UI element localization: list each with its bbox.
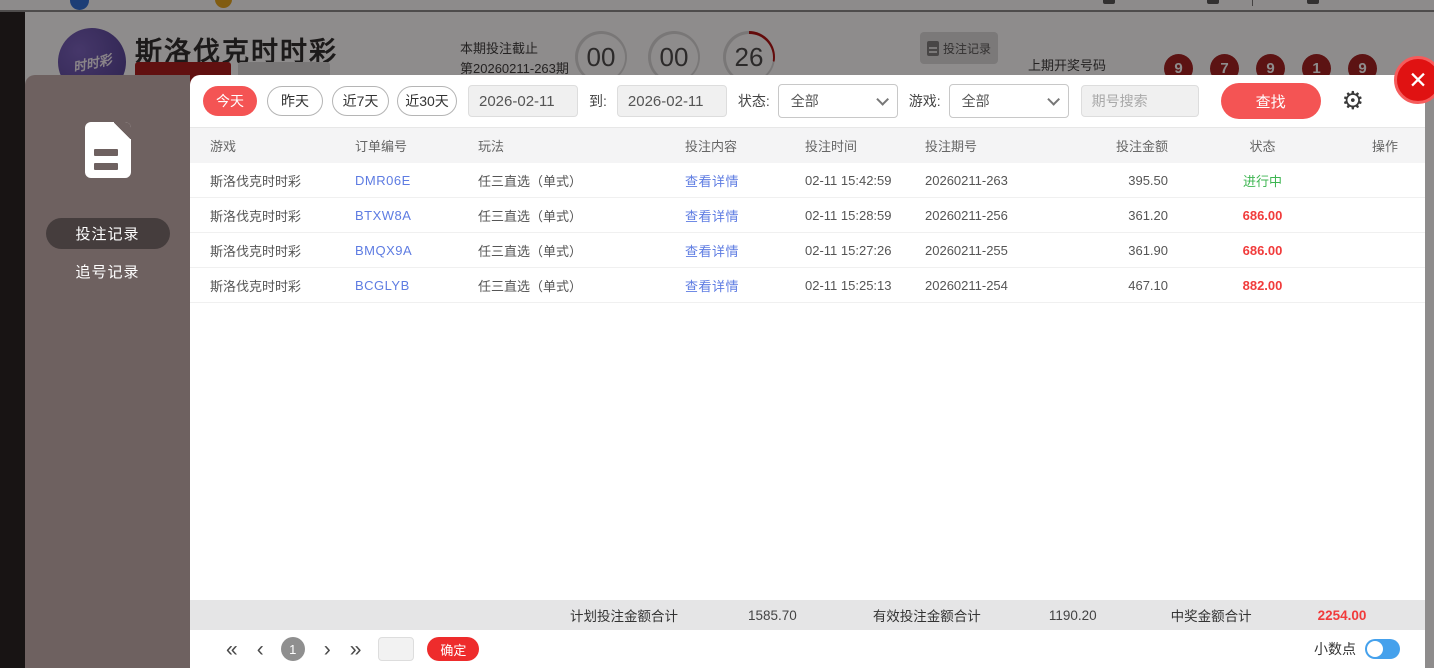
- view-details-link[interactable]: 查看详情: [665, 171, 785, 190]
- view-details-link[interactable]: 查看详情: [665, 206, 785, 225]
- search-button[interactable]: 查找: [1220, 83, 1321, 119]
- decimal-toggle[interactable]: [1365, 639, 1400, 659]
- to-label: 到:: [589, 93, 607, 109]
- table-row: 斯洛伐克时时彩 BCGLYB 任三直选（单式） 查看详情 02-11 15:25…: [190, 268, 1425, 303]
- date-to-input[interactable]: 2026-02-11: [616, 85, 727, 117]
- order-id-link[interactable]: DMR06E: [335, 173, 458, 188]
- range-7days-button[interactable]: 近7天: [332, 86, 389, 116]
- table-empty-area: [190, 303, 1425, 600]
- col-content: 投注内容: [685, 139, 738, 154]
- order-id-link[interactable]: BMQX9A: [335, 243, 458, 258]
- folded-corner: [113, 122, 131, 139]
- status-badge: 进行中: [1242, 173, 1282, 189]
- decimal-toggle-group: 小数点: [1314, 639, 1400, 659]
- prev-page-button[interactable]: ‹: [257, 639, 264, 660]
- plan-total-value: 1585.70: [748, 607, 797, 623]
- view-details-link[interactable]: 查看详情: [665, 241, 785, 260]
- order-id-link[interactable]: BTXW8A: [335, 208, 458, 223]
- totals-bar: 计划投注金额合计 1585.70 有效投注金额合计 1190.20 中奖金额合计…: [190, 600, 1425, 630]
- chevron-down-icon: [876, 92, 889, 106]
- col-game: 游戏: [210, 139, 237, 154]
- status-select[interactable]: 全部: [777, 84, 898, 118]
- filter-bar: 今天 昨天 近7天 近30天 2026-02-11 到: 2026-02-11 …: [190, 75, 1425, 128]
- col-period: 投注期号: [925, 139, 978, 154]
- pagination-bar: « ‹ 1 › » 确定 小数点: [190, 630, 1425, 668]
- status-badge: 686.00: [1242, 207, 1283, 223]
- sidebar-item-chase-records[interactable]: 追号记录: [46, 256, 170, 287]
- valid-total-value: 1190.20: [1048, 607, 1097, 623]
- col-amount: 投注金额: [1115, 139, 1168, 154]
- table-row: 斯洛伐克时时彩 DMR06E 任三直选（单式） 查看详情 02-11 15:42…: [190, 163, 1425, 198]
- status-label: 状态:: [737, 93, 770, 109]
- close-modal-button[interactable]: ✕: [1394, 56, 1434, 104]
- col-actions: 操作: [1371, 139, 1398, 154]
- col-time: 投注时间: [805, 139, 858, 154]
- range-30days-button[interactable]: 近30天: [397, 86, 457, 116]
- game-label: 游戏:: [908, 93, 941, 109]
- col-status: 状态: [1249, 139, 1276, 154]
- status-badge: 882.00: [1242, 277, 1283, 293]
- win-total-value: 2254.00: [1317, 607, 1367, 623]
- first-page-button[interactable]: «: [226, 639, 238, 660]
- chevron-down-icon: [1046, 92, 1060, 106]
- period-search-input[interactable]: [1080, 85, 1199, 117]
- page-jump-input[interactable]: [378, 637, 415, 661]
- records-sidebar: 投注记录 追号记录: [25, 75, 190, 668]
- next-page-button[interactable]: ›: [324, 639, 331, 660]
- decimal-label: 小数点: [1314, 641, 1356, 657]
- last-page-button[interactable]: »: [350, 639, 362, 660]
- records-document-icon: [84, 122, 131, 178]
- valid-total-label: 有效投注金额合计: [872, 609, 981, 624]
- table-header: 游戏 订单编号 玩法 投注内容 投注时间 投注期号 投注金额 状态 操作: [190, 128, 1425, 163]
- date-from-input[interactable]: 2026-02-11: [468, 85, 578, 117]
- col-order-id: 订单编号: [355, 139, 408, 154]
- game-select[interactable]: 全部: [948, 84, 1069, 118]
- page-jump-confirm-button[interactable]: 确定: [427, 637, 480, 661]
- bet-records-modal: 今天 昨天 近7天 近30天 2026-02-11 到: 2026-02-11 …: [190, 75, 1425, 668]
- win-total-label: 中奖金额合计: [1170, 609, 1252, 624]
- gear-icon[interactable]: ⚙: [1342, 88, 1364, 114]
- sidebar-item-bet-records[interactable]: 投注记录: [45, 218, 170, 249]
- order-id-link[interactable]: BCGLYB: [335, 278, 458, 293]
- table-row: 斯洛伐克时时彩 BMQX9A 任三直选（单式） 查看详情 02-11 15:27…: [190, 233, 1425, 268]
- range-today-button[interactable]: 今天: [203, 86, 257, 116]
- status-badge: 686.00: [1242, 242, 1283, 258]
- view-details-link[interactable]: 查看详情: [665, 276, 785, 295]
- col-play: 玩法: [478, 139, 505, 154]
- range-yesterday-button[interactable]: 昨天: [267, 86, 323, 116]
- table-row: 斯洛伐克时时彩 BTXW8A 任三直选（单式） 查看详情 02-11 15:28…: [190, 198, 1425, 233]
- plan-total-label: 计划投注金额合计: [570, 609, 678, 624]
- betting-records-screen: 时时彩 斯洛伐克时时彩 本期投注截止 第20260211-263期 00 00 …: [0, 0, 1434, 668]
- current-page-indicator[interactable]: 1: [280, 637, 305, 661]
